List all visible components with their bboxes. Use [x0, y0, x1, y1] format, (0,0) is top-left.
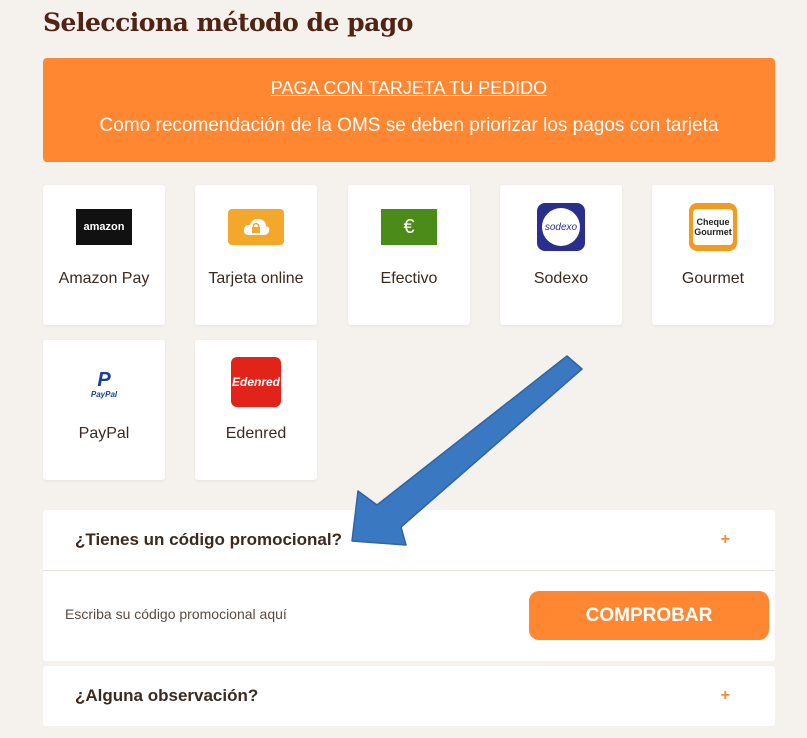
payment-method-efectivo[interactable]: € Efectivo — [348, 185, 470, 325]
plus-icon[interactable]: + — [721, 531, 730, 549]
cheque-gourmet-logo: Cheque Gourmet — [689, 203, 737, 251]
payment-method-label: Sodexo — [533, 270, 589, 287]
page-title: Selecciona método de pago — [43, 8, 413, 37]
payment-method-label: Amazon Pay — [58, 270, 150, 287]
payment-method-amazon-pay[interactable]: amazon Amazon Pay — [43, 185, 165, 325]
payment-method-label: Gourmet — [681, 270, 745, 287]
cloud-lock-icon — [228, 209, 284, 245]
paypal-logo: P PayPal — [90, 368, 118, 399]
promo-code-toggle[interactable]: ¿Tienes un código promocional? + — [43, 510, 775, 570]
observations-section: ¿Alguna observación? + — [43, 666, 775, 726]
observations-title: ¿Alguna observación? — [75, 686, 259, 705]
edenred-logo: Edenred — [231, 357, 281, 407]
payment-method-label: Edenred — [225, 425, 287, 442]
banner-subtitle: Como recomendación de la OMS se deben pr… — [99, 115, 719, 136]
card-payment-banner: PAGA CON TARJETA TU PEDIDO Como recomend… — [43, 58, 775, 162]
promo-code-row: COMPROBAR — [43, 571, 775, 661]
payment-method-label: Efectivo — [380, 270, 438, 287]
plus-icon[interactable]: + — [721, 687, 730, 705]
payment-method-label: Tarjeta online — [208, 270, 304, 287]
promo-code-title: ¿Tienes un código promocional? — [75, 530, 342, 549]
payment-method-tarjeta-online[interactable]: Tarjeta online — [195, 185, 317, 325]
payment-method-sodexo[interactable]: sodexo Sodexo — [500, 185, 622, 325]
sodexo-logo: sodexo — [537, 203, 585, 251]
promo-code-section: ¿Tienes un código promocional? + COMPROB… — [43, 510, 775, 661]
promo-code-input[interactable] — [63, 605, 507, 623]
payment-method-gourmet[interactable]: Cheque Gourmet Gourmet — [652, 185, 774, 325]
observations-toggle[interactable]: ¿Alguna observación? + — [43, 666, 775, 726]
payment-method-label: PayPal — [78, 425, 130, 442]
banner-title[interactable]: PAGA CON TARJETA TU PEDIDO — [43, 78, 775, 99]
payment-method-paypal[interactable]: P PayPal PayPal — [43, 340, 165, 480]
payment-method-edenred[interactable]: Edenred Edenred — [195, 340, 317, 480]
euro-icon: € — [381, 209, 437, 245]
amazon-logo: amazon — [76, 209, 132, 245]
check-promo-button[interactable]: COMPROBAR — [529, 591, 769, 640]
